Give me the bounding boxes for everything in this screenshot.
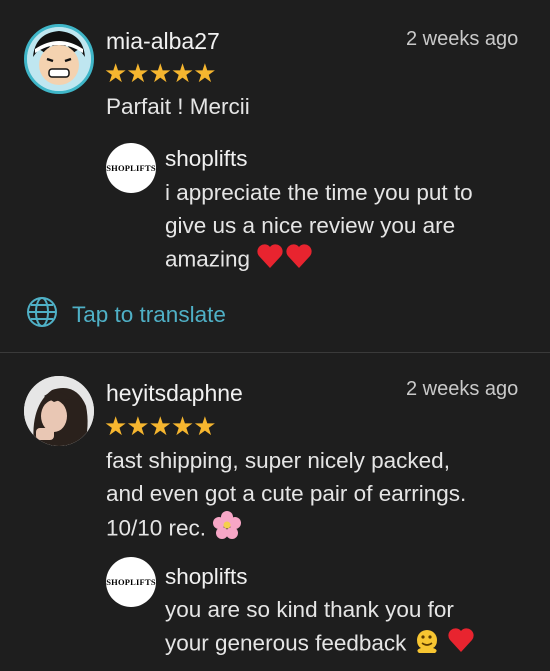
reply-line: you are so kind thank you for [165,597,454,622]
blossom-emoji [212,510,242,549]
review-divider [0,352,550,353]
review-line: 10/10 rec. [106,515,207,541]
seller-avatar[interactable]: SHOPLIFTS [106,557,156,607]
reply-line: amazing [165,246,251,272]
seller-name[interactable]: shoplifts [165,564,248,590]
reply-line-with-emoji: your generous feedback [165,626,475,663]
reviewer-username[interactable]: heyitsdaphne [106,380,243,407]
translate-label[interactable]: Tap to translate [72,302,226,328]
reply-line-with-emoji: amazing [165,242,473,279]
reviewer-username[interactable]: mia-alba27 [106,28,220,55]
review-timestamp: 2 weeks ago [406,378,519,400]
reviewer-avatar[interactable] [24,24,94,94]
reply-line: i appreciate the time you put to [165,180,473,205]
seller-reply: i appreciate the time you put to give us… [165,176,473,279]
globe-icon [26,296,58,334]
melting-face-emoji [413,626,441,663]
translate-button[interactable]: Tap to translate [26,296,226,334]
reply-line: give us a nice review you are [165,213,456,238]
heart-emoji [447,626,475,663]
heart-emoji [256,242,314,279]
star-rating: ★★★★★ [104,411,217,441]
review-line: and even got a cute pair of earrings. [106,481,467,506]
seller-avatar[interactable]: SHOPLIFTS [106,143,156,193]
review-timestamp: 2 weeks ago [406,28,519,50]
star-rating: ★★★★★ [104,58,217,88]
review-line: fast shipping, super nicely packed, [106,448,450,473]
reply-line: your generous feedback [165,630,407,656]
seller-reply: you are so kind thank you for your gener… [165,593,475,663]
review-text: Parfait ! Mercii [106,94,250,119]
review-line-with-emoji: 10/10 rec. [106,510,466,549]
review-text: fast shipping, super nicely packed, and … [106,444,466,549]
reviewer-avatar[interactable] [24,376,94,446]
seller-name[interactable]: shoplifts [165,146,248,172]
